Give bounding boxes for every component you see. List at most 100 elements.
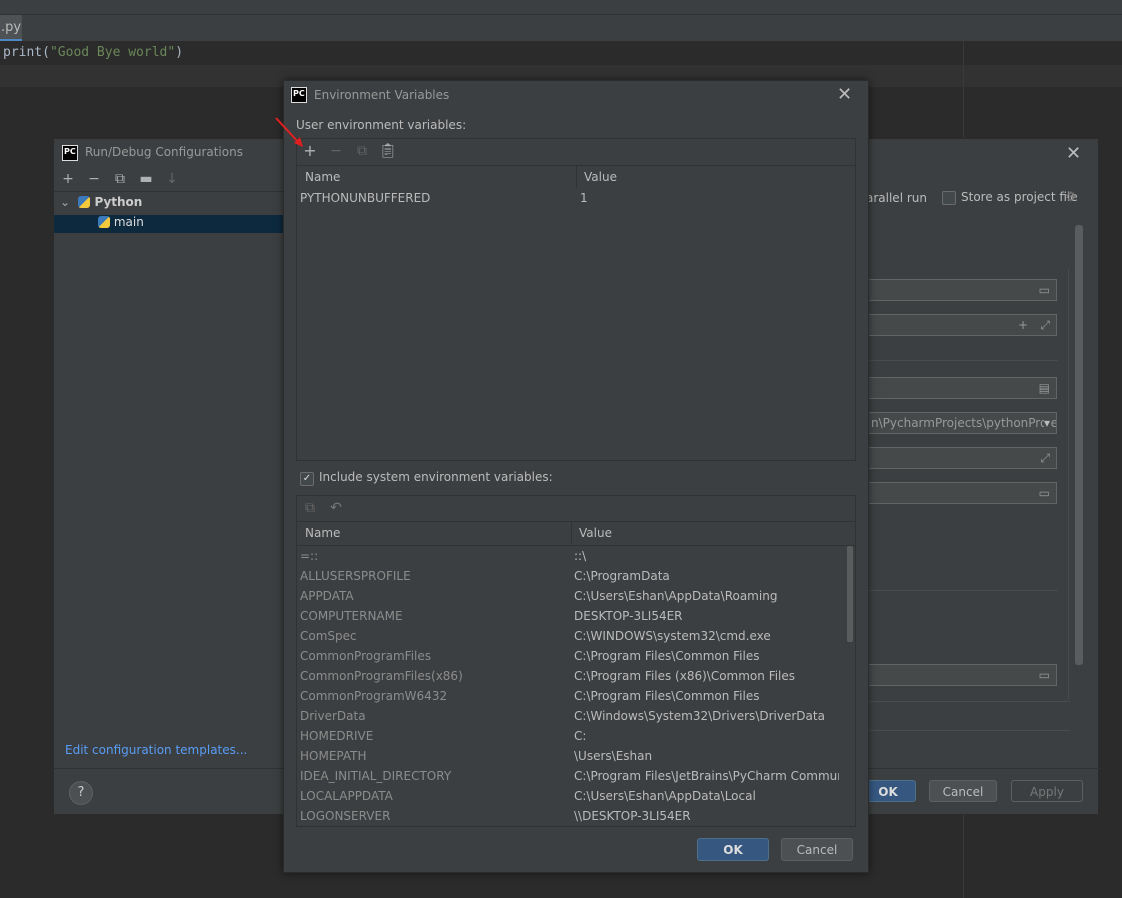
cancel-button[interactable]: Cancel: [929, 780, 997, 802]
scrollbar-thumb[interactable]: [847, 546, 853, 642]
system-env-rows: =::::\ ALLUSERSPROFILE C:\ProgramData APPDA…: [297, 546, 855, 826]
scrollbar-thumb[interactable]: [1075, 225, 1083, 665]
table-row[interactable]: HOMEDRIVE C:: [297, 726, 855, 746]
table-row[interactable]: CommonProgramW6432 C:\Program Files\Commo…: [297, 686, 855, 706]
copy-icon[interactable]: ⧉: [353, 142, 371, 160]
undo-icon[interactable]: ↶: [327, 499, 345, 517]
table-row[interactable]: COMPUTERNAME DESKTOP-3LI54ER: [297, 606, 855, 626]
env-var-value: DESKTOP-3LI54ER: [574, 609, 683, 623]
folder-icon[interactable]: ▭: [1039, 280, 1050, 300]
table-row[interactable]: IDEA_INITIAL_DIRECTORY C:\Program Files\J…: [297, 766, 855, 786]
env-var-value: C:\Windows\System32\Drivers\DriverData: [574, 709, 825, 723]
env-variables-field[interactable]: ▤: [868, 377, 1057, 399]
env-dialog-title: Environment Variables: [314, 88, 450, 102]
column-header-name[interactable]: Name: [305, 166, 340, 188]
folder-add-icon[interactable]: ▬: [137, 170, 155, 188]
system-env-toolbar: ⧉ ↶: [297, 496, 855, 522]
working-directory-field[interactable]: ▭: [868, 482, 1057, 504]
parameters-field[interactable]: + ⤢: [868, 314, 1057, 336]
env-var-value: C:\Program Files (x86)\Common Files: [574, 669, 796, 683]
env-var-name: APPDATA: [300, 589, 354, 603]
cancel-button[interactable]: Cancel: [781, 838, 853, 861]
folder-icon[interactable]: ▭: [1039, 665, 1050, 685]
config-tree-panel: + − ⧉ ▬ ↓ ⌄ Python main: [54, 167, 286, 767]
gear-icon[interactable]: ⚙: [1065, 190, 1077, 205]
chevron-down-icon[interactable]: ▾: [1043, 413, 1050, 433]
env-var-name: DriverData: [300, 709, 366, 723]
code-paren-open: (: [42, 45, 50, 60]
column-header-value[interactable]: Value: [579, 522, 612, 544]
tree-group-python[interactable]: ⌄ Python: [60, 195, 280, 213]
close-icon[interactable]: ✕: [837, 84, 852, 105]
user-env-header: Name Value: [297, 166, 855, 189]
paste-icon[interactable]: 📋︎: [379, 142, 397, 160]
interpreter-select[interactable]: n\PycharmProjects\pythonProjec ▾: [868, 412, 1057, 434]
help-button[interactable]: ?: [69, 781, 93, 805]
env-var-name: CommonProgramW6432: [300, 689, 448, 703]
include-system-label: Include system environment variables:: [319, 470, 553, 484]
env-var-name: HOMEPATH: [300, 749, 367, 763]
path-field[interactable]: ▭: [868, 664, 1057, 686]
env-var-value: 1: [580, 191, 588, 205]
code-string: "Good Bye world": [49, 45, 176, 60]
table-row[interactable]: LOGONSERVER \\DESKTOP-3LI54ER: [297, 806, 855, 826]
add-icon[interactable]: +: [1018, 315, 1028, 335]
table-row[interactable]: APPDATA C:\Users\Eshan\AppData\Roaming: [297, 586, 855, 606]
interpreter-options-field[interactable]: ⤢: [868, 447, 1057, 469]
apply-button[interactable]: Apply: [1011, 780, 1083, 802]
table-row[interactable]: CommonProgramFiles C:\Program Files\Commo…: [297, 646, 855, 666]
copy-icon[interactable]: ⧉: [301, 499, 319, 517]
code-func: print: [3, 45, 43, 60]
column-divider[interactable]: [576, 166, 577, 188]
table-row[interactable]: ComSpec C:\WINDOWS\system32\cmd.exe: [297, 626, 855, 646]
ok-button[interactable]: OK: [697, 838, 769, 861]
environment-variables-dialog: PC Environment Variables ✕ User environm…: [283, 80, 869, 873]
remove-icon[interactable]: −: [85, 170, 103, 188]
section-divider: [868, 730, 1070, 731]
editor-tab[interactable]: .py: [0, 15, 22, 41]
env-var-value: C:\Users\Eshan\AppData\Roaming: [574, 589, 778, 603]
pycharm-logo-icon: PC: [62, 145, 78, 161]
user-env-label: User environment variables:: [296, 118, 467, 132]
document-icon[interactable]: ▤: [1039, 378, 1050, 398]
code-line[interactable]: print("Good Bye world"): [0, 41, 1122, 65]
column-header-value[interactable]: Value: [584, 166, 617, 188]
env-var-name: COMPUTERNAME: [300, 609, 403, 623]
script-path-field[interactable]: ▭: [868, 279, 1057, 301]
folder-icon[interactable]: ▭: [1039, 483, 1050, 503]
table-row[interactable]: HOMEPATH \Users\Eshan: [297, 746, 855, 766]
env-var-value: C:\Program Files\Common Files: [574, 649, 760, 663]
user-env-table: + − ⧉ 📋︎ Name Value PYTHONUNBUFFERED 1: [296, 138, 856, 461]
table-row[interactable]: CommonProgramFiles(x86) C:\Program Files …: [297, 666, 855, 686]
tree-item-label: main: [113, 215, 144, 229]
edit-templates-link[interactable]: Edit configuration templates...: [65, 743, 247, 757]
column-header-name[interactable]: Name: [305, 522, 340, 544]
user-env-toolbar: + − ⧉ 📋︎: [297, 139, 855, 166]
table-row[interactable]: =::::\: [297, 546, 855, 566]
sort-icon[interactable]: ↓: [163, 170, 181, 188]
copy-icon[interactable]: ⧉: [111, 170, 129, 188]
pycharm-logo-icon: PC: [291, 87, 307, 103]
table-row[interactable]: DriverData C:\Windows\System32\Drivers\Dr…: [297, 706, 855, 726]
table-row[interactable]: LOCALAPPDATA C:\Users\Eshan\AppData\Local: [297, 786, 855, 806]
chevron-down-icon: ⌄: [60, 195, 71, 209]
tree-item-main[interactable]: main: [54, 215, 285, 233]
expand-icon[interactable]: ⤢: [1040, 448, 1050, 468]
expand-icon[interactable]: ⤢: [1040, 315, 1050, 335]
env-var-value: C:\Program Files\Common Files: [574, 689, 760, 703]
env-var-value: C:\Users\Eshan\AppData\Local: [574, 789, 756, 803]
column-divider[interactable]: [571, 522, 572, 544]
add-icon[interactable]: +: [59, 170, 77, 188]
env-var-name: PYTHONUNBUFFERED: [300, 191, 431, 205]
env-var-value: C:\ProgramData: [574, 569, 670, 583]
env-var-name: LOCALAPPDATA: [300, 789, 393, 803]
include-system-checkbox[interactable]: ✓: [300, 472, 314, 486]
toolbar-divider: [54, 191, 285, 192]
run-debug-title: Run/Debug Configurations: [85, 145, 243, 159]
remove-icon[interactable]: −: [327, 142, 345, 160]
annotation-arrow-icon: [275, 117, 303, 147]
table-row[interactable]: PYTHONUNBUFFERED 1: [297, 188, 855, 208]
table-row[interactable]: ALLUSERSPROFILE C:\ProgramData: [297, 566, 855, 586]
close-icon[interactable]: ✕: [1066, 143, 1081, 164]
store-project-checkbox[interactable]: [942, 191, 956, 205]
